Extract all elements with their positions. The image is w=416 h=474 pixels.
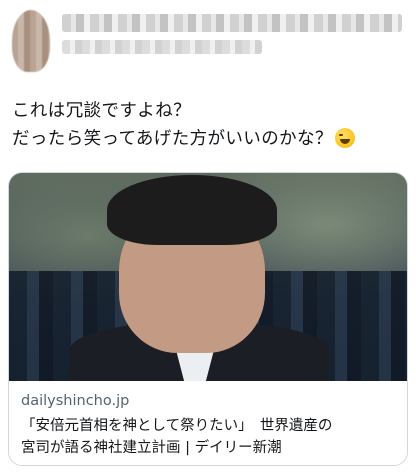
link-preview-body: dailyshincho.jp 「安倍元首相を神として祭りたい」 世界遺産の 宮… <box>9 381 407 465</box>
tweet-text-line-2: だったら笑ってあげた方がいいのかな？ <box>12 125 404 153</box>
tweet-text-line-2-content: だったら笑ってあげた方がいいのかな？ <box>12 129 333 149</box>
blurred-handle <box>62 40 262 54</box>
link-preview-card[interactable]: dailyshincho.jp 「安倍元首相を神として祭りたい」 世界遺産の 宮… <box>8 172 408 466</box>
tweet-text-line-1: これは冗談ですよね？ <box>12 101 191 121</box>
link-preview-image[interactable] <box>9 173 407 381</box>
link-domain: dailyshincho.jp <box>21 393 130 409</box>
person-hair <box>107 175 277 245</box>
link-title-line-1: 「安倍元首相を神として祭りたい」 世界遺産の <box>21 418 333 434</box>
link-title[interactable]: 「安倍元首相を神として祭りたい」 世界遺産の 宮司が語る神社建立計画 | デイリ… <box>21 415 401 459</box>
avatar[interactable] <box>12 10 50 72</box>
grinning-sweat-emoji-icon <box>334 128 355 148</box>
tweet-text: これは冗談ですよね？ だったら笑ってあげた方がいいのかな？ <box>12 97 404 153</box>
link-title-line-2: 宮司が語る神社建立計画 | デイリー新潮 <box>21 440 282 456</box>
blurred-display-name[interactable] <box>62 14 402 32</box>
tweet-header <box>0 0 416 80</box>
